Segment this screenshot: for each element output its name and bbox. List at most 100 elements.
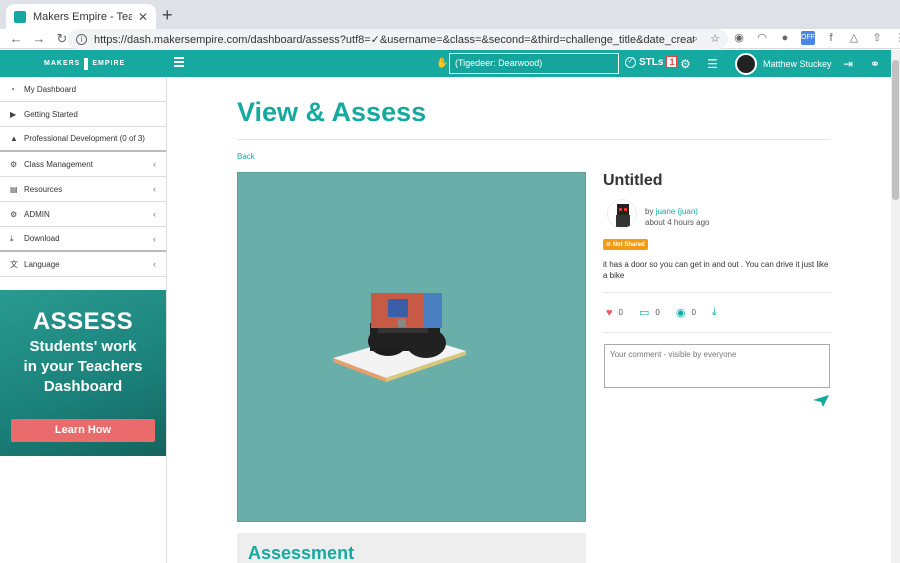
divider <box>603 292 831 293</box>
divider <box>603 332 831 333</box>
title-divider <box>237 139 831 140</box>
menu-kebab-icon[interactable]: ⋮ <box>893 31 900 45</box>
model-window-front <box>388 299 408 317</box>
design-stats: ♥ 0 ▭ 0 ◉ 0 ⤓ <box>606 306 739 319</box>
sidebar-item-professional-development[interactable]: ▲ Professional Development (0 of 3) <box>0 127 166 152</box>
hand-icon: ✋ <box>436 58 449 69</box>
drive-extension-icon[interactable]: △ <box>847 31 861 45</box>
browser-toolbar: ← → ↻ i https://dash.makersempire.com/da… <box>0 29 900 49</box>
promo-title: ASSESS <box>32 308 134 335</box>
sidebar-item-download[interactable]: ⤓ Download ‹ <box>0 227 166 252</box>
graduation-icon: ▲ <box>10 134 18 143</box>
stls-count-badge: 1 <box>666 56 678 68</box>
check-circle-icon: ✓ <box>625 56 636 68</box>
back-link[interactable]: Back <box>237 152 255 161</box>
logout-icon[interactable]: ⇥ <box>843 57 853 71</box>
search-icon[interactable]: ⌕ <box>692 33 698 45</box>
design-title: Untitled <box>603 172 663 189</box>
extensions-bar: ◉ ◠ ● OFF f △ ⇧ ⋮ <box>732 31 900 45</box>
settings-gear-icon[interactable]: ⚙ <box>680 57 691 71</box>
network-icon[interactable]: ⚭ <box>870 57 880 71</box>
sidebar-item-language[interactable]: 文 Language ‹ <box>0 252 166 277</box>
download-stat[interactable]: ⤓ <box>712 306 723 319</box>
new-tab-button[interactable]: + <box>162 5 173 25</box>
camera-extension-icon[interactable]: ◉ <box>732 31 746 45</box>
ban-icon: ⊘ <box>606 242 612 248</box>
user-avatar[interactable] <box>735 53 757 75</box>
promo-subtitle: Students' work in your Teachers Dashboar… <box>23 338 143 395</box>
messages-icon[interactable]: ☰ <box>707 57 718 71</box>
chevron-left-icon: ‹ <box>153 184 156 194</box>
assess-promo-banner: ASSESS Students' work in your Teachers D… <box>0 290 166 456</box>
likes-stat[interactable]: ♥ 0 <box>606 307 623 319</box>
gear-icon: ⚙ <box>10 159 18 169</box>
author-line: by juane (juan) <box>645 207 698 216</box>
assessment-heading: Assessment <box>248 543 355 563</box>
chevron-left-icon: ‹ <box>153 209 156 219</box>
gear-icon: ⚙ <box>10 209 18 219</box>
chevron-left-icon: ‹ <box>153 159 156 169</box>
model-3d-viewer[interactable] <box>237 172 586 522</box>
model-door <box>398 319 406 327</box>
sidebar-item-resources[interactable]: ▤ Resources ‹ <box>0 177 166 202</box>
scrollbar-thumb[interactable] <box>892 60 899 200</box>
reload-icon[interactable]: ↻ <box>55 31 69 47</box>
stls-button[interactable]: ✓ STLs 1 <box>625 56 678 68</box>
model-window-side <box>423 293 442 328</box>
learn-how-button[interactable]: Learn How <box>11 419 155 442</box>
design-description: it has a door so you can get in and out … <box>603 260 829 280</box>
close-tab-icon[interactable]: ✕ <box>138 10 148 24</box>
send-icon[interactable] <box>813 395 829 407</box>
pin-extension-icon[interactable]: ● <box>778 31 792 45</box>
download-tray-icon[interactable]: ⤓ <box>712 306 717 319</box>
makers-empire-favicon-icon <box>14 10 26 23</box>
views-stat: ◉ 0 <box>675 307 696 319</box>
site-info-icon[interactable]: i <box>76 33 87 45</box>
author-avatar-image <box>616 204 630 227</box>
play-icon: ▶ <box>10 109 17 119</box>
sidebar: ◔ My Dashboard ▶ Getting Started ▲ Profe… <box>0 77 167 563</box>
off-extension-icon[interactable]: OFF <box>801 31 815 45</box>
sidebar-item-getting-started[interactable]: ▶ Getting Started <box>0 102 166 127</box>
not-shared-badge: ⊘ Not Shared <box>603 239 648 250</box>
makers-empire-logo[interactable]: MAKERS EMPIRE <box>44 56 124 71</box>
chevron-left-icon: ‹ <box>153 259 156 269</box>
comment-input[interactable] <box>604 344 830 388</box>
author-avatar[interactable] <box>607 199 637 229</box>
tab-title: Makers Empire - Teacher's Dashboard <box>33 10 132 23</box>
comments-stat[interactable]: ▭ 0 <box>639 306 660 319</box>
page-scrollbar[interactable] <box>891 50 900 563</box>
created-time: about 4 hours ago <box>645 218 710 227</box>
browser-tab[interactable]: Makers Empire - Teacher's Dashboard ✕ <box>6 4 156 29</box>
book-icon: ▤ <box>10 184 18 194</box>
formula-extension-icon[interactable]: f <box>824 31 838 45</box>
address-url[interactable]: https://dash.makersempire.com/dashboard/… <box>94 33 694 46</box>
author-link[interactable]: juane (juan) <box>656 207 698 216</box>
arc-extension-icon[interactable]: ◠ <box>755 31 769 45</box>
page-title: View & Assess <box>237 97 427 127</box>
dashboard-icon: ◔ <box>10 84 15 94</box>
back-arrow-icon[interactable]: ← <box>9 31 23 46</box>
hamburger-menu-icon[interactable] <box>174 57 184 69</box>
upload-extension-icon[interactable]: ⇧ <box>870 31 884 45</box>
sidebar-item-my-dashboard[interactable]: ◔ My Dashboard <box>0 77 166 102</box>
download-icon: ⤓ <box>10 233 14 243</box>
sidebar-item-class-management[interactable]: ⚙ Class Management ‹ <box>0 152 166 177</box>
omnibox-tools: ⌕ ☆ <box>692 32 720 46</box>
language-icon: 文 <box>10 259 18 269</box>
comment-icon[interactable]: ▭ <box>639 306 649 319</box>
user-name[interactable]: Matthew Stuckey <box>763 59 832 69</box>
heart-icon[interactable]: ♥ <box>606 307 613 319</box>
vehicle-model-render <box>333 293 466 382</box>
address-bar[interactable]: i https://dash.makersempire.com/dashboar… <box>68 29 728 49</box>
bookmark-star-icon[interactable]: ☆ <box>710 33 720 45</box>
assessment-panel: Assessment <box>237 533 586 563</box>
logo-mark-icon <box>84 57 89 70</box>
chevron-left-icon: ‹ <box>153 233 156 244</box>
browser-tab-bar: Makers Empire - Teacher's Dashboard ✕ + <box>0 0 900 29</box>
sidebar-item-admin[interactable]: ⚙ ADMIN ‹ <box>0 202 166 227</box>
forward-arrow-icon[interactable]: → <box>32 31 46 46</box>
school-selector[interactable]: (Tigedeer: Dearwood) <box>449 53 619 74</box>
eye-icon: ◉ <box>675 307 686 319</box>
app-header: MAKERS EMPIRE ✋ (Tigedeer: Dearwood) ✓ S… <box>0 50 891 77</box>
